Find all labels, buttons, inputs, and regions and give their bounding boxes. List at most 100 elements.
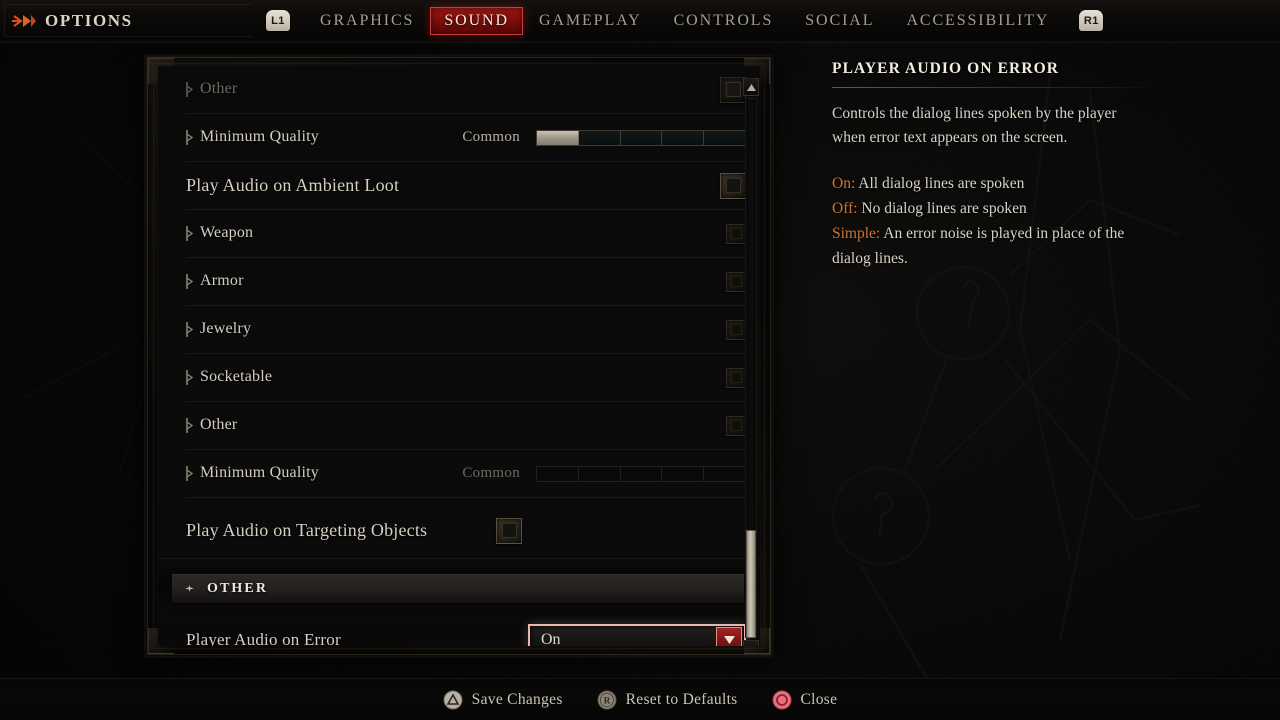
setting-label: Play Audio on Ambient Loot	[186, 174, 400, 195]
slider-segment	[704, 130, 745, 145]
setting-label: Other	[200, 80, 238, 98]
setting-label: Play Audio on Targeting Objects	[186, 519, 428, 540]
slider-group-minimum-quality-1[interactable]: Common	[460, 129, 746, 146]
slider-segment	[662, 466, 705, 481]
tab-controls[interactable]: CONTROLS	[658, 7, 790, 35]
info-panel: PLAYER AUDIO ON ERROR Controls the dialo…	[832, 60, 1152, 271]
dropdown-selected-value: On	[541, 630, 561, 647]
slider-minimum-quality-1[interactable]	[536, 129, 746, 146]
setting-label: Armor	[200, 272, 244, 290]
setting-row-player-audio-on-error[interactable]: Player Audio on Error On	[186, 614, 746, 646]
setting-row-jewelry[interactable]: Jewelry	[186, 306, 746, 354]
bottom-action-bar: Save Changes R Reset to Defaults Close	[0, 678, 1280, 720]
slider-value-label: Common	[462, 129, 520, 145]
action-label: Save Changes	[471, 690, 563, 708]
top-navigation-bar: OPTIONS L1 GRAPHICS SOUND GAMEPLAY CONTR…	[0, 0, 1280, 44]
settings-scroll-area[interactable]: Other Minimum Quality Common Play Audio …	[158, 66, 760, 556]
section-title: OTHER	[207, 581, 269, 596]
setting-row-minimum-quality-1[interactable]: Minimum Quality Common	[186, 114, 746, 162]
checkbox-inner	[730, 228, 742, 239]
slider-segment	[578, 466, 621, 481]
checkbox-play-audio-targeting-objects[interactable]	[496, 517, 522, 544]
info-panel-title: PLAYER AUDIO ON ERROR	[832, 60, 1060, 77]
setting-row-other[interactable]: Other	[186, 402, 746, 450]
info-option-text: All dialog lines are spoken	[858, 174, 1025, 192]
setting-row-other-top[interactable]: Other	[186, 66, 746, 114]
options-title-block: OPTIONS	[0, 0, 252, 41]
checkbox-inner	[725, 82, 741, 97]
slider-segment	[620, 466, 663, 481]
info-option-simple: Simple: An error noise is played in plac…	[832, 221, 1152, 271]
save-changes-button[interactable]: Save Changes	[443, 690, 563, 710]
setting-row-minimum-quality-2[interactable]: Minimum Quality Common	[186, 450, 746, 498]
setting-label: Minimum Quality	[200, 464, 319, 482]
slider-value-label: Common	[462, 465, 520, 481]
reset-to-defaults-button[interactable]: R Reset to Defaults	[597, 690, 738, 710]
arrow-down-icon	[746, 645, 756, 646]
slider-segment	[537, 466, 579, 481]
bullet-arrow-icon	[186, 82, 193, 97]
tab-social[interactable]: SOCIAL	[789, 7, 890, 35]
setting-row-play-audio-ambient-loot[interactable]: Play Audio on Ambient Loot	[186, 162, 746, 210]
info-option-on: On: All dialog lines are spoken	[832, 171, 1152, 196]
bullet-arrow-icon	[186, 370, 193, 385]
info-panel-spacer	[832, 151, 1152, 171]
slider-minimum-quality-2[interactable]	[536, 465, 746, 482]
dropdown-player-audio-on-error[interactable]: On	[528, 623, 746, 647]
slider-segment	[620, 130, 663, 145]
settings-scrollbar[interactable]	[742, 78, 760, 646]
slider-group-minimum-quality-2[interactable]: Common	[460, 465, 746, 482]
checkbox-inner	[730, 276, 742, 287]
bullet-arrow-icon	[186, 130, 193, 145]
chevron-down-icon[interactable]	[716, 626, 742, 646]
r-button-icon: R	[597, 690, 617, 710]
circle-button-icon	[772, 690, 792, 710]
slider-segment	[578, 130, 621, 145]
diamond-ornament-icon	[183, 583, 196, 596]
setting-row-armor[interactable]: Armor	[186, 258, 746, 306]
close-button[interactable]: Close	[772, 690, 838, 710]
setting-label: Minimum Quality	[200, 128, 319, 146]
info-panel-description: Controls the dialog lines spoken by the …	[832, 105, 1117, 147]
double-arrow-icon	[12, 14, 36, 28]
scrollbar-down-button[interactable]	[743, 640, 759, 646]
checkbox-inner	[730, 324, 742, 335]
action-label: Close	[800, 690, 838, 708]
info-option-key: On:	[832, 174, 856, 192]
setting-row-weapon[interactable]: Weapon	[186, 210, 746, 258]
tab-accessibility[interactable]: ACCESSIBILITY	[890, 7, 1065, 35]
info-option-text: No dialog lines are spoken	[861, 200, 1027, 218]
tab-graphics[interactable]: GRAPHICS	[304, 7, 430, 35]
info-option-off: Off: No dialog lines are spoken	[832, 196, 1152, 221]
settings-panel-body: Other Minimum Quality Common Play Audio …	[158, 66, 760, 646]
scrollbar-thumb[interactable]	[746, 530, 756, 638]
scrollbar-up-button[interactable]	[743, 78, 759, 96]
bullet-arrow-icon	[186, 466, 193, 481]
left-bumper-badge[interactable]: L1	[266, 10, 290, 31]
section-header-other: OTHER	[172, 574, 744, 604]
info-panel-divider	[832, 87, 1152, 88]
triangle-button-icon	[443, 690, 463, 710]
bullet-arrow-icon	[186, 274, 193, 289]
settings-panel-frame: Other Minimum Quality Common Play Audio …	[144, 54, 774, 658]
bullet-arrow-icon	[186, 226, 193, 241]
setting-label: Jewelry	[200, 320, 252, 338]
info-option-key: Simple:	[832, 225, 881, 243]
checkbox-inner	[725, 178, 741, 193]
tab-sound[interactable]: SOUND	[430, 6, 523, 35]
page-title: OPTIONS	[45, 10, 133, 30]
setting-row-play-audio-targeting-objects[interactable]: Play Audio on Targeting Objects	[186, 498, 746, 556]
setting-label: Other	[200, 416, 238, 434]
bullet-arrow-icon	[186, 322, 193, 337]
setting-label: Player Audio on Error	[186, 629, 341, 646]
arrow-up-icon	[746, 83, 756, 91]
checkbox-inner	[730, 372, 742, 383]
action-label: Reset to Defaults	[625, 690, 738, 708]
slider-segment	[704, 466, 745, 481]
checkbox-inner	[501, 523, 517, 538]
options-screen: OPTIONS L1 GRAPHICS SOUND GAMEPLAY CONTR…	[0, 0, 1280, 720]
setting-row-socketable[interactable]: Socketable	[186, 354, 746, 402]
tab-gameplay[interactable]: GAMEPLAY	[523, 7, 658, 35]
setting-label: Weapon	[200, 224, 254, 242]
right-bumper-badge[interactable]: R1	[1079, 10, 1104, 31]
